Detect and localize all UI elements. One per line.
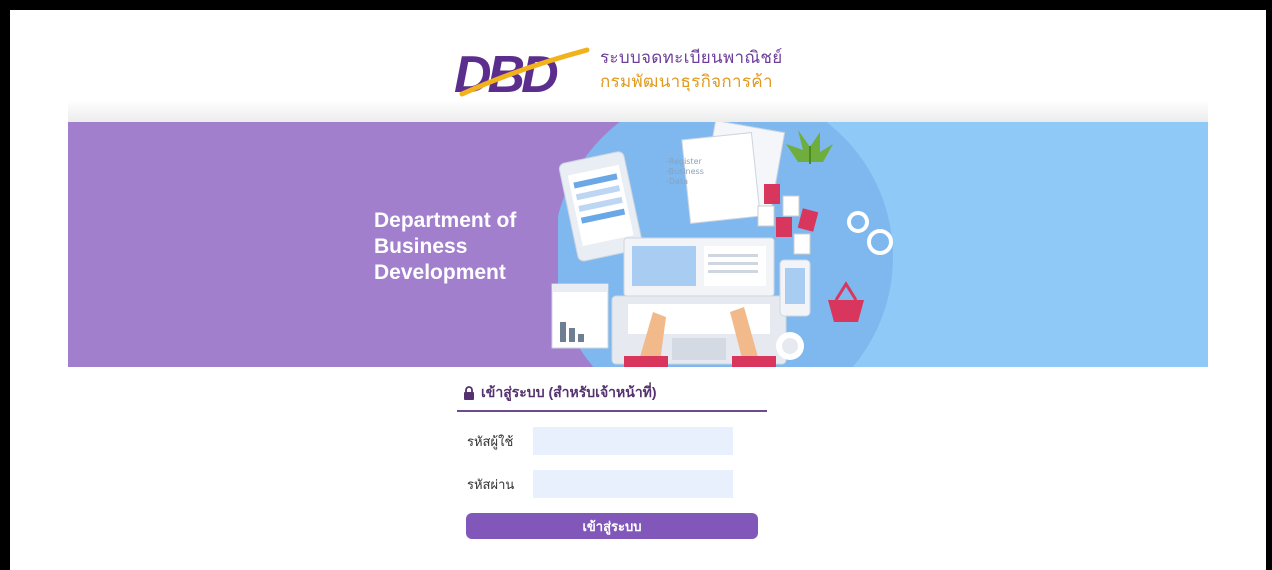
- username-input[interactable]: [533, 427, 733, 455]
- header-divider: [68, 100, 1208, 122]
- page-frame: DBD ระบบจดทะเบียนพาณิชย์ กรมพัฒนาธุรกิจก…: [10, 10, 1266, 570]
- password-input[interactable]: [533, 470, 733, 498]
- username-label: รหัสผู้ใช้: [467, 433, 514, 449]
- logo-department-name: กรมพัฒนาธุรกิจการค้า: [600, 72, 773, 92]
- password-label: รหัสผ่าน: [467, 476, 515, 492]
- login-heading: เข้าสู่ระบบ (สำหรับเจ้าหน้าที่): [457, 382, 767, 412]
- login-heading-text: เข้าสู่ระบบ (สำหรับเจ้าหน้าที่): [481, 384, 657, 400]
- login-form: เข้าสู่ระบบ (สำหรับเจ้าหน้าที่) รหัสผู้ใ…: [457, 382, 767, 539]
- password-row: รหัสผ่าน: [457, 470, 767, 498]
- hero-banner: -Register -Business -Data Department of …: [68, 122, 1208, 367]
- dbd-logo-mark: DBD: [454, 46, 590, 102]
- login-button[interactable]: เข้าสู่ระบบ: [466, 513, 758, 539]
- username-row: รหัสผู้ใช้: [457, 427, 767, 455]
- dbd-logo: DBD ระบบจดทะเบียนพาณิชย์ กรมพัฒนาธุรกิจก…: [452, 42, 812, 106]
- document-text-2: -Business: [666, 167, 704, 176]
- banner-title-line-3: Development: [374, 261, 506, 284]
- lock-icon: [464, 386, 474, 400]
- banner-title: Department of Business Development: [374, 208, 574, 286]
- logo-system-name: ระบบจดทะเบียนพาณิชย์: [600, 48, 783, 68]
- document-text-1: -Register: [666, 157, 703, 166]
- document-text-3: -Data: [666, 177, 688, 186]
- banner-illustration: -Register -Business -Data: [68, 122, 1208, 367]
- laptop-icon: [611, 237, 787, 365]
- banner-title-line-2: Business: [374, 235, 468, 258]
- banner-title-line-1: Department of: [374, 209, 517, 232]
- phone-icon: [779, 259, 811, 317]
- chart-window-icon: [551, 283, 609, 349]
